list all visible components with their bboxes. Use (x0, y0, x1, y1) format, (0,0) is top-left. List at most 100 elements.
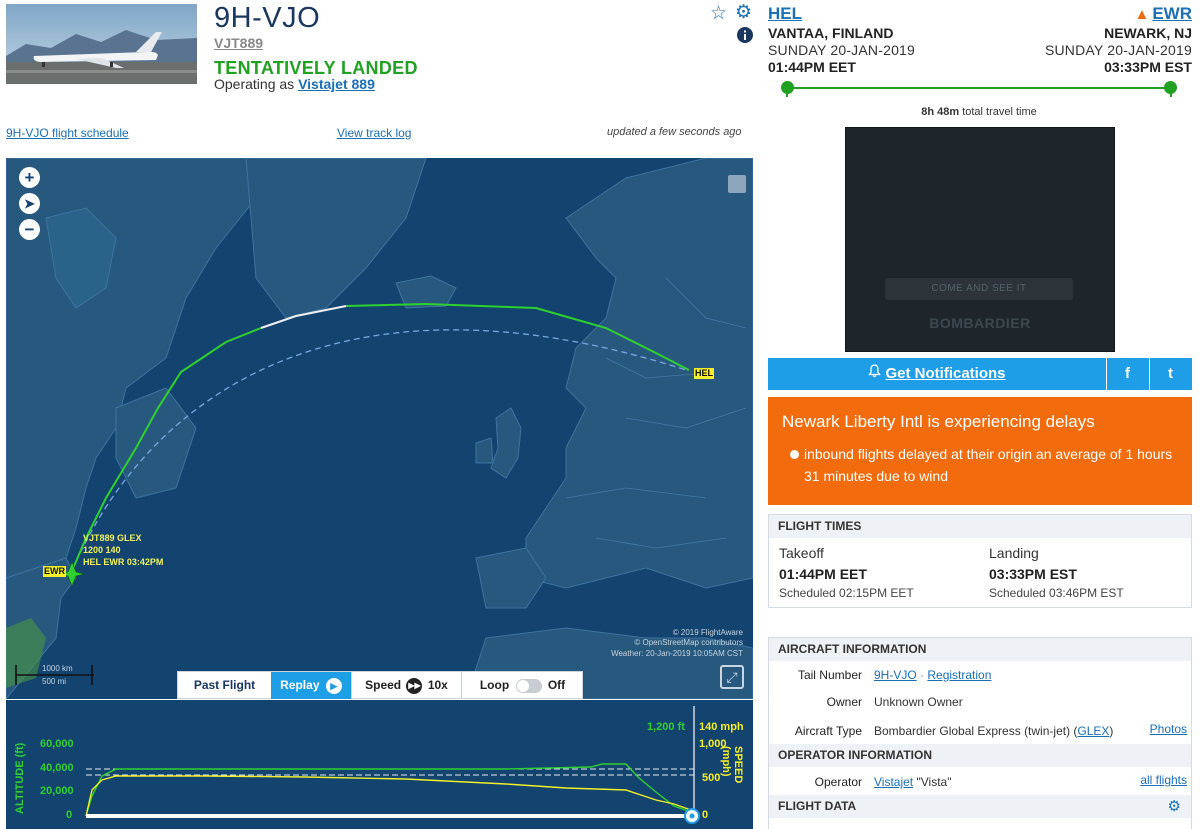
gear-icon[interactable]: ⚙ (735, 1, 752, 24)
destination-date: SUNDAY 20-JAN-2019 (1044, 42, 1192, 58)
map-canvas (6, 158, 753, 699)
header-icon-group: ☆ ⚙ (708, 2, 758, 50)
route-dest-dot (1164, 81, 1177, 94)
altitude-tick: 0 (66, 809, 73, 821)
tail-number-link[interactable]: 9H-VJO (874, 668, 917, 682)
speed-tick: 0 (702, 809, 709, 821)
aircraft-type-code-link[interactable]: GLEX (1077, 724, 1109, 738)
travel-time: 8h 48m total travel time (921, 106, 1037, 118)
origin-code-link[interactable]: HEL (768, 4, 915, 24)
takeoff-scheduled: Scheduled 02:15PM EET (779, 586, 914, 600)
destination-map-label[interactable]: EWR (43, 566, 66, 577)
all-flights-link[interactable]: all flights (1140, 773, 1187, 787)
compass-icon[interactable]: ➤ (19, 193, 40, 214)
twitter-icon: t (1168, 365, 1173, 382)
bullet-icon (790, 450, 799, 459)
landing-scheduled: Scheduled 03:46PM EST (989, 586, 1124, 600)
altitude-tick: 20,000 (40, 785, 74, 797)
aircraft-info-panel: AIRCRAFT INFORMATION Tail Number 9H-VJO … (768, 637, 1192, 829)
zoom-out-button[interactable]: − (19, 219, 40, 240)
altitude-speed-graph[interactable]: ALTITUDE (ft) SPEED (mph) 60,000 40,000 … (6, 700, 753, 829)
replay-button[interactable]: Replay ▶ (271, 672, 351, 699)
track-log-link[interactable]: View track log (337, 126, 411, 140)
ad-brand: BOMBARDIER (929, 315, 1031, 331)
altitude-tick: 40,000 (40, 762, 74, 774)
flight-map[interactable]: + ➤ − HEL EWR VJT889 GLEX 1200 140 HEL E… (6, 158, 753, 699)
map-weather-timestamp: Weather: 20-Jan-2019 10:05AM CST (611, 649, 743, 658)
loop-toggle[interactable]: Loop Off (462, 672, 583, 699)
fullscreen-icon[interactable]: ⤢ (720, 665, 744, 689)
altitude-tick: 60,000 (40, 738, 74, 750)
landing-time: 03:33PM EST (989, 566, 1077, 582)
landing-info: Landing 03:33PM EST Scheduled 03:46PM ES… (989, 545, 1124, 600)
aircraft-photo[interactable] (6, 4, 197, 84)
twitter-share-button[interactable]: t (1149, 358, 1191, 390)
speed-button[interactable]: Speed ▶▶ 10x (351, 672, 462, 699)
speed-axis-label: SPEED (mph) (720, 746, 744, 784)
updated-timestamp: updated a few seconds ago (607, 126, 742, 138)
speed-tick: 500 (702, 772, 721, 784)
graph-canvas (85, 706, 700, 824)
photos-link[interactable]: Photos (1150, 722, 1187, 736)
flight-data-header: FLIGHT DATA (769, 795, 1191, 818)
current-altitude: 1,200 ft (647, 721, 685, 733)
star-icon[interactable]: ☆ (710, 2, 727, 25)
flight-times-header: FLIGHT TIMES (769, 515, 1191, 538)
takeoff-time: 01:44PM EET (779, 566, 867, 582)
playback-controls: Past Flight Replay ▶ Speed ▶▶ 10x Loop O… (177, 671, 583, 699)
fast-forward-icon: ▶▶ (406, 677, 423, 694)
ad-cta[interactable]: COME AND SEE IT (885, 278, 1073, 300)
origin-airport: HEL VANTAA, FINLAND SUNDAY 20-JAN-2019 0… (768, 4, 915, 75)
toggle-switch-icon (515, 678, 542, 693)
delay-alert-detail: inbound flights delayed at their origin … (804, 446, 1173, 484)
operator-info-header: OPERATOR INFORMATION (769, 744, 1191, 767)
origin-date: SUNDAY 20-JAN-2019 (768, 42, 916, 58)
operator-link[interactable]: Vistajet (874, 775, 913, 789)
destination-airport: ▲ EWR NEWARK, NJ SUNDAY 20-JAN-2019 03:33… (1045, 4, 1192, 75)
past-flight-tab[interactable]: Past Flight (178, 672, 271, 699)
origin-time: 01:44PM EET (768, 59, 856, 75)
operating-flight-link[interactable]: Vistajet 889 (298, 76, 375, 92)
flight-map-label[interactable]: VJT889 GLEX 1200 140 HEL EWR 03:42PM (83, 532, 163, 568)
operating-as: Operating as Vistajet 889 (214, 76, 375, 92)
aircraft-info-header: AIRCRAFT INFORMATION (769, 638, 1191, 661)
map-attribution-osm[interactable]: © OpenStreetMap contributors (634, 638, 743, 647)
info-icon[interactable] (737, 27, 753, 49)
route-origin-dot (781, 81, 794, 94)
zoom-in-button[interactable]: + (19, 167, 40, 188)
destination-city: NEWARK, NJ (1104, 25, 1192, 41)
gear-icon[interactable]: ⚙ (1168, 797, 1181, 815)
owner-row: Owner Unknown Owner (826, 695, 963, 709)
tail-number-row: Tail Number 9H-VJO · Registration (797, 668, 992, 682)
tail-number: 9H-VJO (214, 2, 321, 34)
advertisement[interactable]: COME AND SEE IT BOMBARDIER (845, 127, 1115, 352)
scale-mi: 500 mi (42, 677, 67, 686)
route-progress-line (787, 87, 1171, 89)
aircraft-type-row: Aircraft Type Bombardier Global Express … (794, 722, 1187, 738)
speed-tick: 1,000 (699, 738, 727, 750)
facebook-icon: f (1125, 365, 1130, 382)
play-icon: ▶ (325, 677, 342, 694)
registration-link[interactable]: Registration (927, 668, 991, 682)
warning-icon: ▲ (1134, 6, 1150, 23)
layers-icon[interactable] (728, 175, 746, 193)
current-speed: 140 mph (699, 721, 744, 733)
bell-icon (868, 358, 882, 389)
facebook-share-button[interactable]: f (1106, 358, 1148, 390)
map-attribution: © 2019 FlightAware (672, 628, 743, 637)
flight-times-panel: FLIGHT TIMES Takeoff 01:44PM EET Schedul… (768, 514, 1192, 608)
destination-time: 03:33PM EST (1104, 59, 1192, 75)
origin-map-label[interactable]: HEL (694, 368, 714, 379)
operator-row: Operator Vistajet "Vista" all flights (814, 773, 1187, 789)
notification-bar: Get Notifications f t (768, 358, 1192, 390)
takeoff-info: Takeoff 01:44PM EET Scheduled 02:15PM EE… (779, 545, 914, 600)
origin-city: VANTAA, FINLAND (768, 25, 894, 41)
flight-schedule-link[interactable]: 9H-VJO flight schedule (6, 126, 129, 140)
altitude-axis-label: ALTITUDE (ft) (14, 742, 26, 814)
delay-alert: Newark Liberty Intl is experiencing dela… (768, 397, 1192, 505)
scale-km: 1000 km (42, 664, 73, 673)
delay-alert-title: Newark Liberty Intl is experiencing dela… (782, 412, 1095, 431)
flight-ident: VJT889 (214, 35, 264, 51)
get-notifications-button[interactable]: Get Notifications (768, 358, 1106, 390)
destination-code-link[interactable]: EWR (1152, 4, 1192, 23)
